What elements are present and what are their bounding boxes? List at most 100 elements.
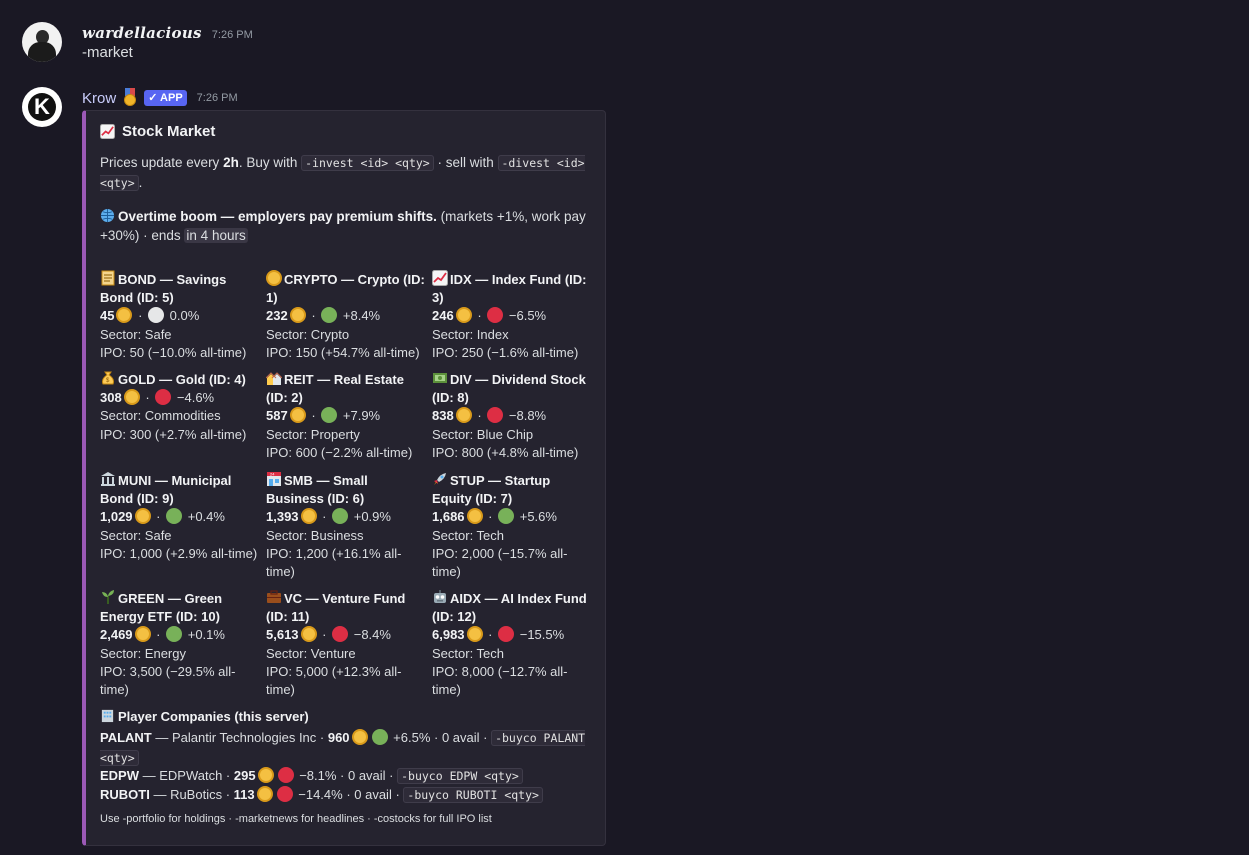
user-message-header: wardellacious 7:26 PM [82, 24, 253, 42]
bot-name[interactable]: Krow [82, 90, 116, 107]
stock-ipo: IPO: 150 (+54.7% all-time) [266, 344, 420, 360]
username[interactable]: wardellacious [82, 24, 202, 42]
green-circle-icon [498, 508, 515, 525]
stock-name: STUP — Startup Equity (ID: 7) [432, 473, 551, 507]
stock-name: GREEN — Green Energy ETF (ID: 10) [100, 591, 223, 625]
timestamp: 7:26 PM [211, 29, 253, 41]
stock-price: 1,393 [266, 509, 299, 525]
stock-field: GREEN — Green Energy ETF (ID: 10) 2,469 ·… [100, 589, 260, 699]
stock-ipo: IPO: 1,000 (+2.9% all-time) [100, 545, 258, 561]
red-circle-icon [276, 786, 293, 802]
bot-avatar[interactable]: K [22, 87, 62, 127]
stock-change: −15.5% [519, 627, 565, 643]
stock-ipo: IPO: 250 (−1.6% all-time) [432, 344, 579, 360]
stock-price: 2,469 [100, 627, 133, 643]
bot-message-header: Krow ✓ APP 7:26 PM [82, 88, 238, 108]
stock-name: AIDX — AI Index Fund (ID: 12) [432, 591, 587, 625]
stock-name: BOND — Savings Bond (ID: 5) [100, 272, 227, 306]
stock-ipo: IPO: 2,000 (−15.7% all-time) [432, 545, 568, 580]
stock-change: +0.9% [353, 509, 391, 525]
stock-price: 838 [432, 408, 454, 424]
classical-building-icon [100, 471, 115, 486]
seedling-icon [100, 589, 115, 604]
coin-icon [466, 508, 483, 525]
green-circle-icon [321, 407, 338, 424]
embed-footer: Use -portfolio for holdings · -marketnew… [100, 813, 492, 825]
white-circle-icon [148, 307, 165, 324]
embed-description: Prices update every 2h. Buy with -invest… [100, 155, 585, 191]
event-ends-badge: in 4 hours [184, 228, 248, 243]
coin-icon [351, 729, 368, 745]
coin-icon [289, 307, 306, 324]
coin-icon [300, 626, 317, 643]
svg-text:24: 24 [270, 472, 275, 477]
app-badge: ✓ APP [144, 90, 187, 106]
stock-change: −4.6% [176, 390, 215, 406]
stock-price: 587 [266, 408, 288, 424]
stock-name: CRYPTO — Crypto (ID: 1) [266, 272, 425, 306]
office-building-icon [101, 709, 114, 723]
message-text: -market [82, 44, 133, 61]
scroll-icon [100, 270, 115, 286]
stock-ipo: IPO: 300 (+2.7% all-time) [100, 426, 247, 442]
green-circle-icon [166, 508, 183, 525]
stock-change: +0.4% [187, 509, 225, 525]
red-circle-icon [155, 389, 172, 406]
coin-icon [123, 389, 140, 406]
coin-icon [134, 626, 151, 643]
user-avatar[interactable] [22, 22, 62, 62]
money-bag-icon: $ [100, 370, 115, 385]
buyco-command[interactable]: -buyco RUBOTI <qty> [403, 787, 543, 803]
chart-increasing-icon [432, 270, 448, 286]
stock-name: REIT — Real Estate (ID: 2) [266, 372, 404, 406]
stock-field: BOND — Savings Bond (ID: 5) 45 · 0.0% Sect… [100, 270, 260, 362]
stock-price: 5,613 [266, 627, 299, 643]
stock-change: 0.0% [169, 308, 200, 324]
green-circle-icon [332, 508, 349, 525]
player-company-row: PALANT — Palantir Technologies Inc · 960… [100, 729, 586, 766]
stock-sector: Sector: Crypto [266, 326, 350, 342]
stock-name: DIV — Dividend Stock (ID: 8) [432, 372, 586, 406]
stock-sector: Sector: Safe [100, 326, 172, 342]
player-company-row: RUBOTI — RuBotics · 113 −14.4% · 0 avail… [100, 785, 600, 805]
stock-sector: Sector: Index [432, 326, 509, 342]
red-circle-icon [277, 767, 294, 783]
stock-sector: Sector: Safe [100, 527, 172, 543]
coin-icon [455, 307, 472, 324]
stock-change: −6.5% [508, 308, 547, 324]
stock-sector: Sector: Tech [432, 527, 505, 543]
stock-price: 246 [432, 308, 454, 324]
stock-change: +0.1% [187, 627, 225, 643]
timestamp: 7:26 PM [196, 92, 238, 104]
rocket-icon [432, 471, 447, 486]
stock-price: 1,029 [100, 509, 133, 525]
robot-icon [432, 589, 447, 604]
red-circle-icon [498, 626, 515, 643]
red-circle-icon [487, 407, 504, 424]
coin-icon [134, 508, 151, 525]
stock-name: MUNI — Municipal Bond (ID: 9) [100, 473, 232, 507]
green-circle-icon [371, 729, 388, 745]
stock-field: DIV — Dividend Stock (ID: 8) 838 · −8.8% S… [432, 370, 592, 462]
coin-icon [455, 407, 472, 424]
stock-price: 45 [100, 308, 115, 324]
stock-field: REIT — Real Estate (ID: 2) 587 · +7.9% Sec… [265, 370, 426, 462]
briefcase-icon [266, 589, 281, 604]
invest-command[interactable]: -invest <id> <qty> [301, 155, 434, 171]
stock-field: IDX — Index Fund (ID: 3) 246 · −6.5% Secto… [432, 270, 592, 362]
coin-icon [300, 508, 317, 525]
player-companies-title: Player Companies (this server) [100, 707, 600, 726]
stock-ipo: IPO: 600 (−2.2% all-time) [266, 444, 413, 460]
market-embed: Stock Market Prices update every 2h. Buy… [82, 110, 606, 846]
buyco-command[interactable]: -buyco EDPW <qty> [397, 768, 523, 784]
stock-price: 1,686 [432, 509, 465, 525]
stock-field: MUNI — Municipal Bond (ID: 9) 1,029 · +0.… [100, 471, 260, 563]
coin-icon [266, 270, 282, 286]
chart-increasing-icon [100, 124, 115, 139]
stock-change: +8.4% [342, 308, 381, 324]
stock-field: VC — Venture Fund (ID: 11) 5,613 · −8.4% S… [266, 589, 426, 699]
coin-icon [466, 626, 483, 643]
stock-ipo: IPO: 800 (+4.8% all-time) [432, 444, 579, 460]
stock-sector: Sector: Property [266, 426, 360, 442]
coin-icon [257, 767, 274, 783]
